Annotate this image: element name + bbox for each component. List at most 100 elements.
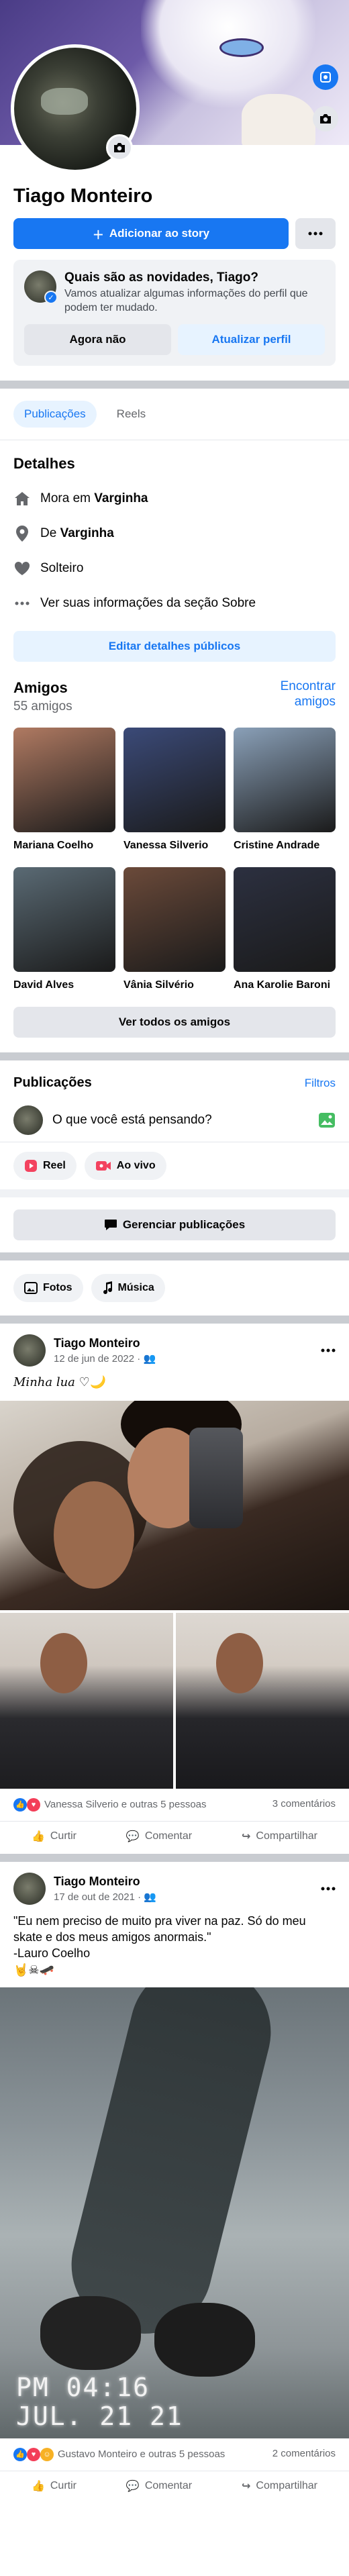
friend-card[interactable]: Ana Karolie Baroni [234,867,336,992]
friend-card[interactable]: Cristine Andrade [234,728,336,852]
post-photo[interactable] [0,1400,349,1610]
post-text: Minha luа ♡🌙 [13,1375,105,1390]
friend-card[interactable]: Mariana Coelho [13,728,115,852]
profile-tabs: Publicações Reels [0,389,349,440]
add-story-label: Adicionar ao story [109,227,210,240]
post: Tiago Monteiro 17 de out de 2021 · 👥 "Eu… [0,1862,349,2504]
live-chip[interactable]: Ao vivo [84,1152,166,1181]
composer[interactable]: O que você está pensando? [13,1105,336,1136]
comment-button[interactable]: 💬 Comentar [126,1830,192,1843]
see-about-link[interactable]: Ver suas informações da seção Sobre [13,595,336,612]
avatar-frame-button[interactable] [313,64,338,90]
comment-icon: 💬 [126,1830,140,1842]
friend-name: Mariana Coelho [13,840,94,852]
share-button[interactable]: ↪ Compartilhar [242,1830,317,1843]
friends-count: 55 amigos [13,699,72,714]
reactions-summary[interactable]: 👍 ♥ Vanessa Silverio e outras 5 pessoas [13,1797,207,1812]
post-menu-icon[interactable] [321,1348,336,1352]
post-photo[interactable] [176,1612,349,1789]
divider [0,1252,349,1261]
comment-icon: 💬 [126,2480,140,2492]
post-date[interactable]: 12 de jun de 2022 [54,1353,134,1365]
cover-art [141,0,315,107]
care-reaction-icon: ☺ [40,2447,54,2461]
friend-photo [13,728,115,833]
friend-photo [234,728,336,833]
photo-icon[interactable] [318,1112,336,1128]
friend-card[interactable]: David Alves [13,867,115,992]
composer-input[interactable]: O que você está pensando? [52,1113,309,1128]
update-profile-button[interactable]: Atualizar perfil [178,324,325,356]
not-now-button[interactable]: Agora não [24,324,171,356]
divider [0,1853,349,1862]
add-story-button[interactable]: ＋ Adicionar ao story [13,218,289,249]
avatar[interactable] [13,1872,46,1905]
like-reaction-icon: 👍 [13,2447,27,2461]
avatar[interactable] [13,1334,46,1367]
friend-card[interactable]: Vanessa Silverio [123,728,226,852]
reel-icon [25,1160,37,1173]
edit-avatar-button[interactable] [106,134,133,161]
detail-relationship: Solteiro [13,560,336,577]
reactions-summary[interactable]: 👍 ♥ ☺ Gustavo Monteiro e outras 5 pessoa… [13,2447,225,2461]
post-photo[interactable]: PM 04:16 JUL. 21 21 [0,1987,349,2438]
divider [0,1316,349,1324]
like-reaction-icon: 👍 [13,1797,27,1812]
post-date[interactable]: 17 de out de 2021 [54,1891,135,1903]
filters-link[interactable]: Filtros [305,1077,336,1090]
friend-name: Vânia Silvério [123,979,194,991]
find-friends-link[interactable]: Encontrar amigos [262,679,336,710]
tab-publicacoes[interactable]: Publicações [13,401,97,428]
like-button[interactable]: 👍 Curtir [32,1830,77,1843]
see-all-friends-button[interactable]: Ver todos os amigos [13,1007,336,1038]
friends-grid: Mariana Coelho Vanessa Silverio Cristine… [13,728,336,992]
post-menu-icon[interactable] [321,1887,336,1891]
friend-card[interactable]: Vânia Silvério [123,867,226,992]
share-icon: ↪ [242,2480,251,2492]
details-section: Detalhes Mora em Varginha De Varginha So… [0,440,349,677]
edit-cover-button[interactable] [313,106,338,132]
manage-posts-button[interactable]: Gerenciar publicações [13,1209,336,1241]
comment-button[interactable]: 💬 Comentar [126,2479,192,2493]
avatar: ✓ [24,270,58,304]
divider [0,1052,349,1061]
reel-chip[interactable]: Reel [13,1152,77,1181]
prompt-title: Quais são as novidades, Tiago? [64,270,258,285]
post: Tiago Monteiro 12 de jun de 2022 · 👥 Min… [0,1324,349,1853]
avatar [13,1105,43,1136]
like-icon: 👍 [31,2480,45,2492]
photos-chip[interactable]: Fotos [13,1274,83,1303]
love-reaction-icon: ♥ [27,2447,40,2461]
post-photo[interactable] [0,1612,173,1789]
friend-name: Vanessa Silverio [123,840,209,852]
composer-shortcuts: Reel Ao vivo [0,1142,349,1190]
photo-timestamp: PM 04:16 JUL. 21 21 [16,2372,183,2432]
friends-audience-icon: 👥 [144,1891,156,1903]
profile-picture[interactable] [11,44,140,173]
share-button[interactable]: ↪ Compartilhar [242,2479,317,2493]
frame-icon [320,72,331,83]
plus-icon: ＋ [92,228,104,242]
friend-photo [13,867,115,973]
camera-icon [320,114,331,123]
like-button[interactable]: 👍 Curtir [32,2479,77,2493]
share-icon: ↪ [242,1830,251,1842]
detail-from: De Varginha [13,525,336,542]
friends-audience-icon: 👥 [143,1353,156,1365]
friends-section: Amigos 55 amigos Encontrar amigos Marian… [0,677,349,1052]
comments-count[interactable]: 2 comentários [272,2448,336,2461]
photos-icon [24,1282,38,1295]
profile-name: Tiago Monteiro [13,185,153,207]
comments-count[interactable]: 3 comentários [272,1798,336,1812]
friend-name: Ana Karolie Baroni [234,979,331,991]
details-title: Detalhes [13,455,75,473]
location-pin-icon [13,525,31,542]
music-chip[interactable]: Música [91,1274,165,1303]
post-author[interactable]: Tiago Monteiro [54,1336,313,1350]
love-reaction-icon: ♥ [27,1797,40,1812]
edit-public-details-button[interactable]: Editar detalhes públicos [13,631,336,662]
profile-more-button[interactable] [295,218,336,249]
prompt-subtitle: Vamos atualizar algumas informações do p… [64,287,308,313]
post-author[interactable]: Tiago Monteiro [54,1875,313,1889]
tab-reels[interactable]: Reels [106,401,156,428]
